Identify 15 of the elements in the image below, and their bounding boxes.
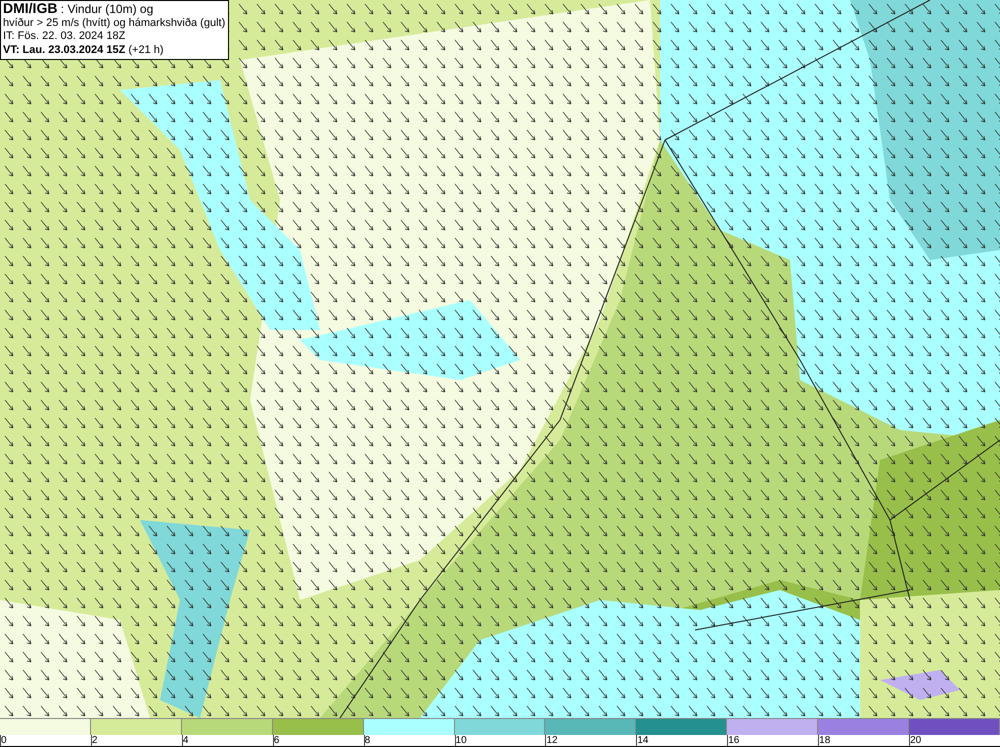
scale-label: 20 — [910, 735, 922, 746]
scale-label: 6 — [274, 735, 280, 746]
scale-label: 16 — [728, 735, 740, 746]
header-text: IT: Fös. 22. 03. 2024 18Z — [3, 30, 126, 44]
header-text: DMI/IGB : Vindur (10m) og — [3, 2, 154, 16]
scale-label: 2 — [92, 735, 98, 746]
header-text: VT: Lau. 23.03.2024 15Z (+21 h) — [3, 44, 165, 57]
scale-label: 8 — [364, 735, 370, 746]
scale-label: 4 — [182, 735, 188, 746]
scale-label: 10 — [456, 735, 467, 746]
scale-label: 12 — [546, 735, 558, 746]
header-text: hvíður > 25 m/s (hvítt) og hámarkshviða (gult) — [3, 16, 226, 30]
scale-label: 0 — [1, 735, 7, 746]
scale-label: 18 — [819, 735, 830, 746]
scale-label: 14 — [637, 735, 648, 746]
